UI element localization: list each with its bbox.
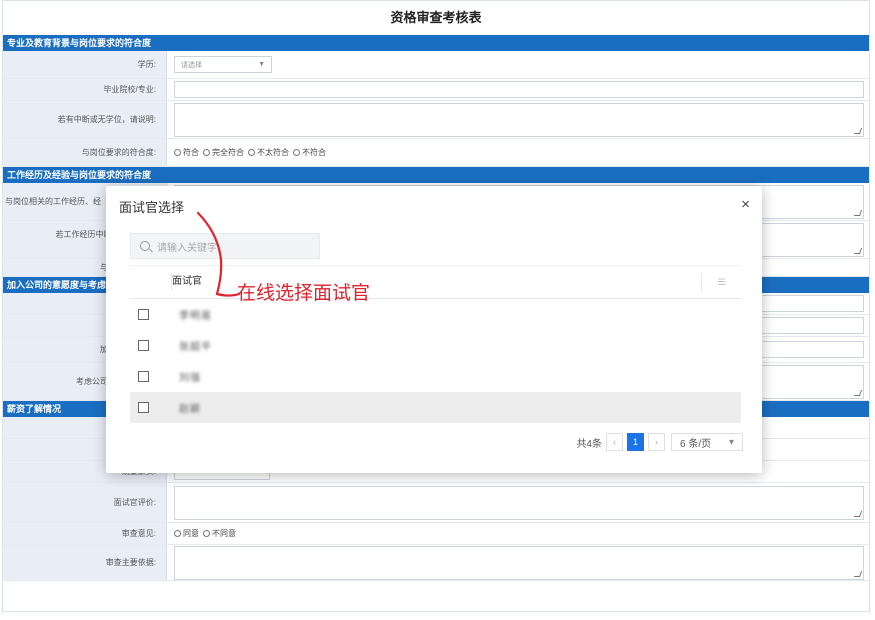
row-education: 学历: 请选择 ▼	[3, 51, 869, 79]
row-review-opinion: 审查意见: 同意 不同意	[3, 523, 869, 545]
row-review-basis: 审查主要依据:	[3, 545, 869, 581]
row-interviewer-eval: 面试官评价:	[3, 483, 869, 523]
radio-fit-3[interactable]: 不太符合	[248, 147, 289, 158]
row-checkbox[interactable]	[138, 402, 149, 413]
annotation-arrow	[196, 211, 241, 297]
label-no-degree: 若有中断或无学位，请说明:	[3, 101, 167, 138]
radio-fit-1[interactable]: 符合	[174, 147, 199, 158]
radio-disagree[interactable]: 不同意	[203, 528, 236, 539]
prev-page-button[interactable]: ‹	[606, 433, 623, 451]
row-checkbox[interactable]	[138, 371, 149, 382]
chevron-down-icon: ▼	[258, 61, 265, 68]
label-review-basis: 审查主要依据:	[3, 545, 167, 580]
school-input[interactable]	[174, 81, 864, 98]
education-select-value: 请选择	[181, 61, 202, 69]
review-basis-textarea[interactable]	[174, 545, 864, 580]
label-education: 学历:	[3, 51, 167, 78]
interviewer-name: 刘强	[179, 373, 201, 384]
row-school: 毕业院校/专业:	[3, 79, 869, 101]
table-row[interactable]: 李明易	[130, 299, 741, 330]
education-select[interactable]: 请选择 ▼	[174, 56, 272, 73]
next-page-button[interactable]: ›	[648, 433, 665, 451]
form-title: 资格审查考核表	[390, 10, 482, 25]
section-header-experience: 工作经历及经验与岗位要求的符合度	[3, 167, 869, 183]
no-degree-textarea[interactable]	[174, 102, 864, 137]
table-row[interactable]: 刘强	[130, 361, 741, 392]
interviewer-name: 赵颖	[179, 404, 201, 415]
column-settings-icon[interactable]: ☰	[701, 273, 741, 291]
row-fit-edu: 与岗位要求的符合度: 符合 完全符合 不太符合 不符合	[3, 139, 869, 167]
table-row[interactable]: 张超平	[130, 330, 741, 361]
radio-fit-4[interactable]: 不符合	[293, 147, 326, 158]
section-header-education: 专业及教育背景与岗位要求的符合度	[3, 35, 869, 51]
interviewer-name: 张超平	[179, 342, 212, 353]
row-checkbox[interactable]	[138, 340, 149, 351]
page-1-button[interactable]: 1	[627, 433, 644, 451]
radio-fit-2[interactable]: 完全符合	[203, 147, 244, 158]
table-row[interactable]: 赵颖	[130, 392, 741, 423]
label-review-opinion: 审查意见:	[3, 523, 167, 544]
search-icon	[140, 241, 150, 251]
radio-agree[interactable]: 同意	[174, 528, 199, 539]
interviewer-eval-textarea[interactable]	[174, 485, 864, 520]
interviewer-name: 李明易	[179, 311, 212, 322]
pagination-total: 共4条	[576, 438, 602, 450]
label-interviewer-eval: 面试官评价:	[3, 483, 167, 522]
pagination: 共4条 ‹ 1 › 6 条/页 ▾	[576, 433, 743, 451]
chevron-down-icon: ▾	[728, 436, 734, 448]
close-icon[interactable]: ×	[741, 196, 750, 213]
row-checkbox[interactable]	[138, 309, 149, 320]
page-size-select[interactable]: 6 条/页 ▾	[671, 433, 743, 451]
annotation-label: 在线选择面试官	[237, 283, 371, 304]
label-school: 毕业院校/专业:	[3, 79, 167, 100]
row-no-degree: 若有中断或无学位，请说明:	[3, 101, 869, 139]
modal-title: 面试官选择	[119, 200, 185, 215]
label-fit-edu: 与岗位要求的符合度:	[3, 139, 167, 166]
